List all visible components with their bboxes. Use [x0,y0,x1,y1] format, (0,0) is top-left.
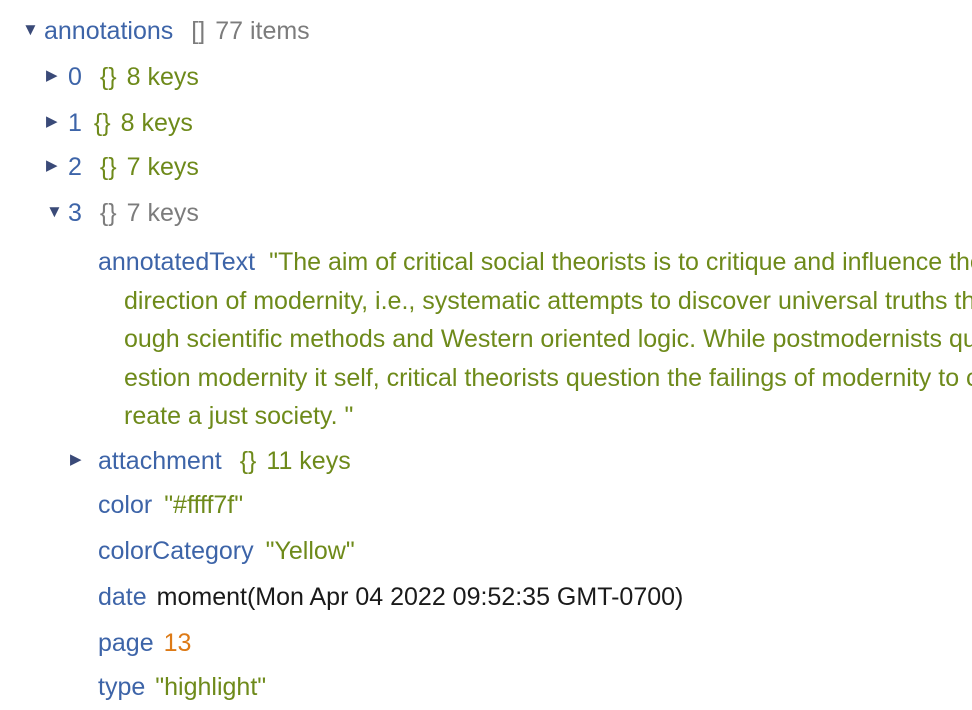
collapsed-triangle-icon[interactable]: ▶ [46,107,68,137]
property-key: page [98,629,154,657]
collapsed-triangle-icon[interactable]: ▶ [46,61,68,91]
object-type-glyph: {} [93,109,111,137]
node-index: 3 [68,199,82,227]
property-annotatedText[interactable]: annotatedText "The aim of critical social… [98,243,972,436]
property-type[interactable]: type "highlight" [98,672,266,702]
property-page[interactable]: page 13 [98,628,191,658]
key-count: 8 keys [120,109,193,137]
property-key: color [98,491,153,519]
item-count: 77 items [215,17,310,45]
key-count: 8 keys [126,63,199,91]
node-index: 0 [68,63,82,91]
property-key: annotatedText [98,248,256,276]
number-value: 13 [163,629,192,657]
key-count: 7 keys [126,199,199,227]
property-date[interactable]: date moment(Mon Apr 04 2022 09:52:35 GMT-… [98,582,683,612]
property-key: attachment [98,447,222,475]
expanded-triangle-icon[interactable]: ▼ [22,15,44,45]
tree-node-item-1[interactable]: ▶ 1 {} 8 keys [46,108,193,138]
tree-node-item-0[interactable]: ▶ 0 {} 8 keys [46,62,199,92]
object-type-glyph: {} [99,63,117,91]
array-type-glyph: [] [191,17,206,45]
node-index: 1 [68,109,82,137]
tree-node-attachment[interactable]: ▶ attachment {} 11 keys [70,446,351,476]
property-key: type [98,673,146,701]
tree-node-annotations[interactable]: ▼ annotations [] 77 items [22,16,310,46]
property-color[interactable]: color "#ffff7f" [98,490,243,520]
collapsed-triangle-icon[interactable]: ▶ [46,151,68,181]
tree-node-item-2[interactable]: ▶ 2 {} 7 keys [46,152,199,182]
key-count: 7 keys [126,153,199,181]
node-key: annotations [44,17,174,45]
string-value: "highlight" [155,673,267,701]
key-count: 11 keys [266,447,351,475]
moment-value: moment(Mon Apr 04 2022 09:52:35 GMT-0700… [156,583,684,611]
object-type-glyph: {} [239,447,257,475]
expanded-triangle-icon[interactable]: ▼ [46,197,68,227]
collapsed-triangle-icon[interactable]: ▶ [70,445,98,475]
json-tree-viewer: ▼ annotations[] 77 items ▶ 0{} 8 keys ▶ 1{} 8 … [0,0,972,710]
property-colorCategory[interactable]: colorCategory "Yellow" [98,536,355,566]
string-value: "#ffff7f" [164,491,244,519]
node-index: 2 [68,153,82,181]
property-key: date [98,583,147,611]
tree-node-item-3[interactable]: ▼ 3 {} 7 keys [46,198,199,228]
string-value: "Yellow" [265,537,355,565]
object-type-glyph: {} [99,199,117,227]
property-key: colorCategory [98,537,254,565]
object-type-glyph: {} [99,153,117,181]
